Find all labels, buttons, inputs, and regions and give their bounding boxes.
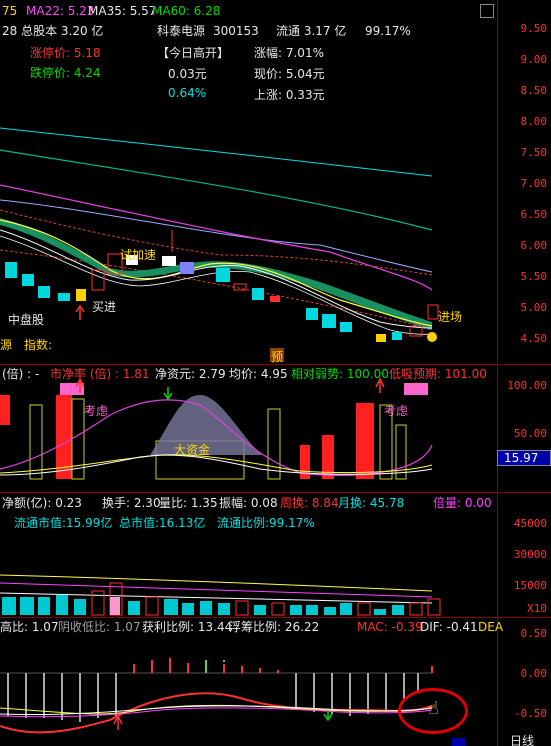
label-consider-1: 考虑 [84, 404, 109, 418]
price-chart[interactable] [0, 0, 497, 364]
label-mid-term: 中盘股 [8, 313, 45, 327]
macd-tick: -0.50 [513, 707, 547, 720]
price-tick: 5.00 [520, 301, 548, 314]
macd-tick: 0.00 [520, 667, 548, 680]
price-tick: 8.50 [520, 84, 548, 97]
cursor-hand-icon: ☝ [428, 698, 439, 719]
price-tick: 8.00 [520, 115, 548, 128]
pe-tick-100: 100.00 [507, 379, 547, 392]
label-preview: 预 [271, 350, 284, 364]
price-tick: 4.50 [520, 332, 548, 345]
label-index: 指数: [24, 338, 53, 352]
price-tick: 5.50 [520, 270, 548, 283]
vol-tick: 45000 [513, 517, 547, 530]
price-tick: 9.50 [520, 22, 548, 35]
pe-highlight-value: 15.97 [497, 450, 551, 466]
vol-tick: 30000 [513, 548, 547, 561]
macd-tick: 0.50 [520, 627, 548, 640]
label-enter: 进场 [438, 310, 463, 324]
volume-chart[interactable] [0, 493, 497, 618]
vol-tick: X10 [527, 602, 547, 615]
pe-tick-50: 50.00 [513, 427, 547, 440]
label-source: 源 [0, 338, 13, 352]
label-consider-2: 考虑 [384, 404, 409, 418]
price-tick: 7.00 [520, 177, 548, 190]
price-tick: 6.00 [520, 239, 548, 252]
label-big-funds: 大资金 [174, 443, 211, 457]
label-try-accel: 试加速 [120, 248, 157, 262]
label-buy-in: 买进 [92, 300, 117, 314]
price-tick: 9.00 [520, 53, 548, 66]
pe-chart[interactable] [0, 365, 497, 493]
price-tick: 7.50 [520, 146, 548, 159]
price-tick: 6.50 [520, 208, 548, 221]
period-label[interactable]: 日线 [510, 734, 534, 746]
vol-tick: 15000 [513, 579, 547, 592]
